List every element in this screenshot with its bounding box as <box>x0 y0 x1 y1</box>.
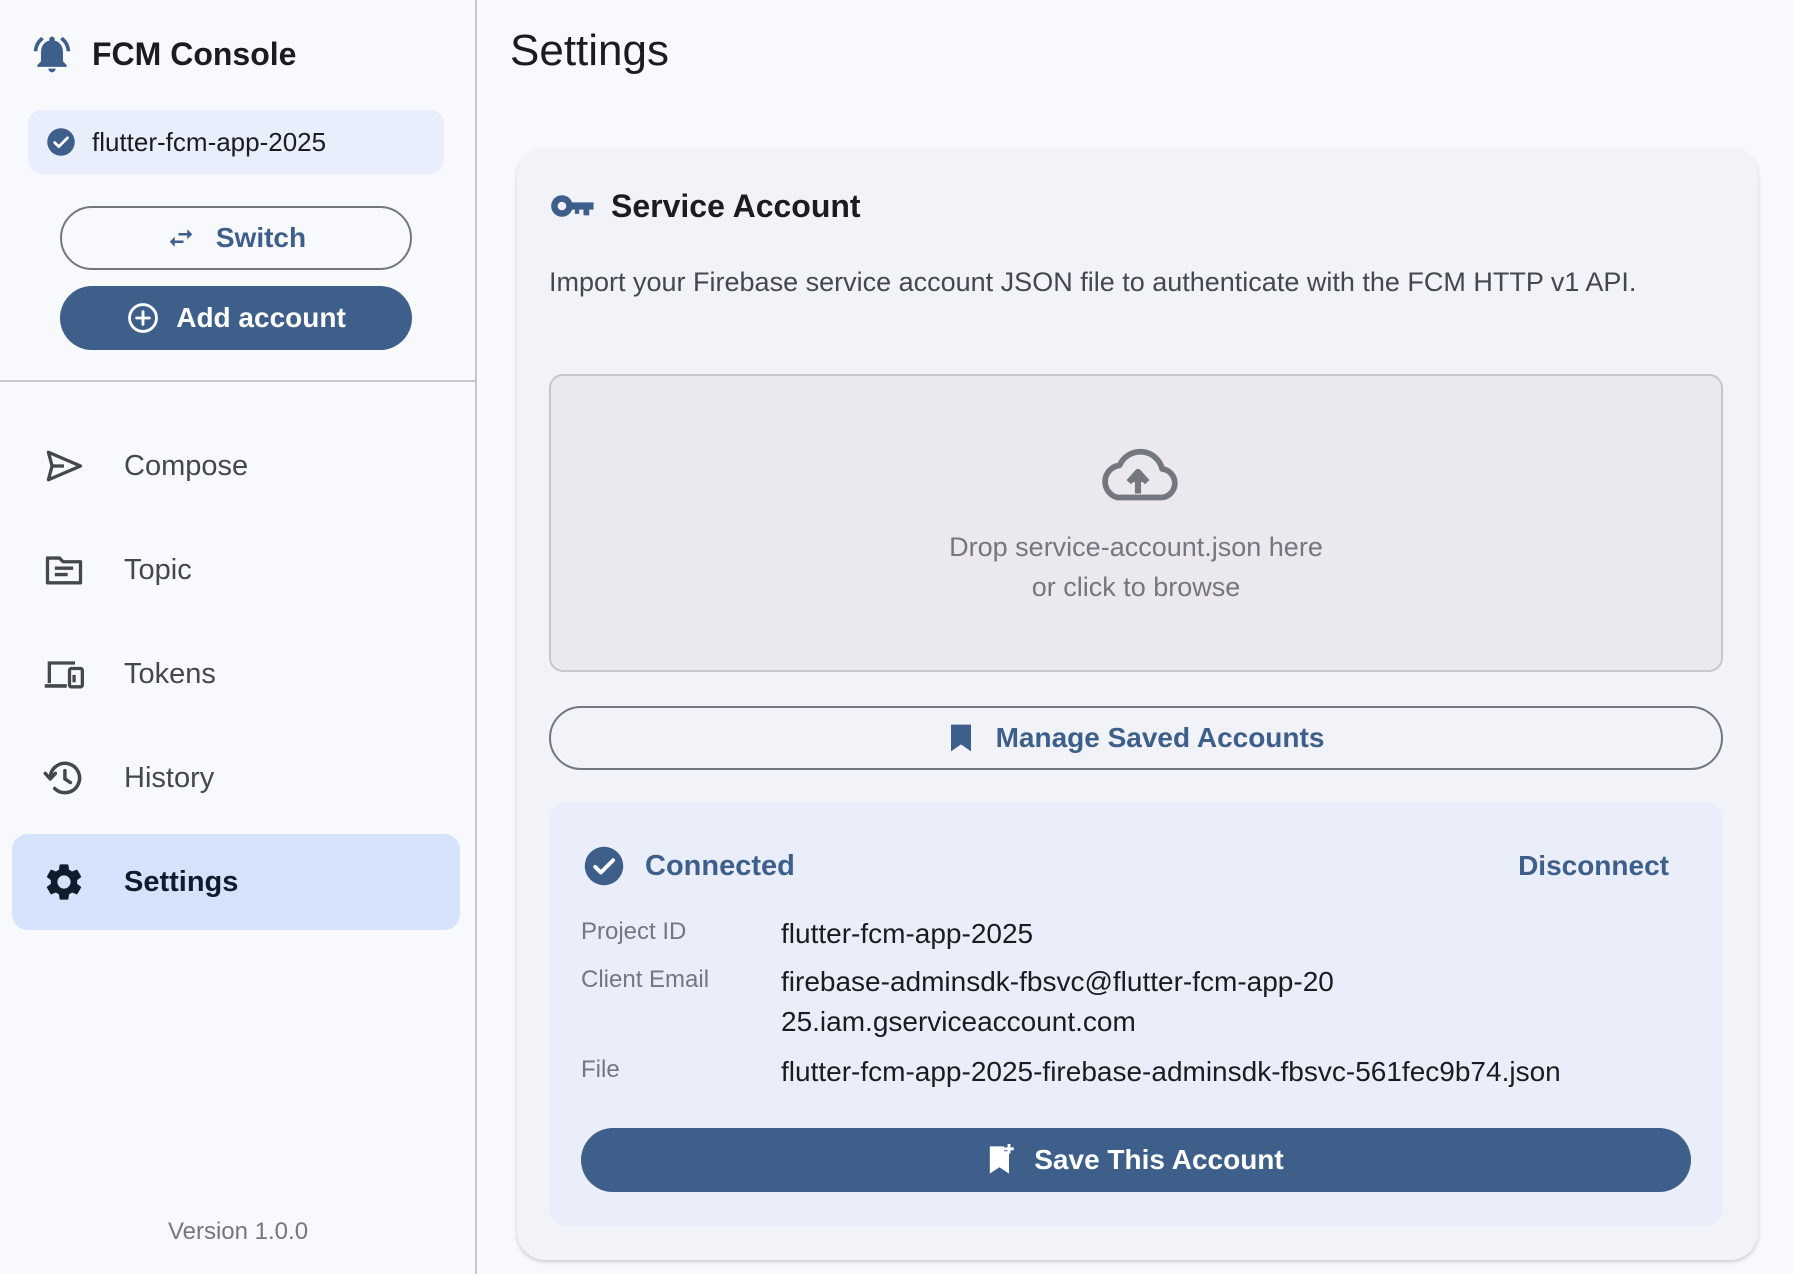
key-icon <box>551 195 594 217</box>
history-icon <box>42 756 86 800</box>
sidebar: FCM Console flutter-fcm-app-2025 Switch … <box>0 0 477 1274</box>
nav-item-topic[interactable]: Topic <box>12 522 460 618</box>
manage-saved-accounts-button[interactable]: Manage Saved Accounts <box>549 706 1723 770</box>
nav-label-compose: Compose <box>124 449 249 482</box>
file-dropzone[interactable]: Drop service-account.json here or click … <box>549 374 1723 672</box>
file-value: flutter-fcm-app-2025-firebase-adminsdk-f… <box>781 1056 1561 1087</box>
dropzone-primary-text: Drop service-account.json here <box>949 532 1323 562</box>
send-icon <box>42 444 86 488</box>
card-title: Service Account <box>611 187 861 224</box>
nav-item-tokens[interactable]: Tokens <box>12 626 460 722</box>
project-id-label: Project ID <box>581 918 687 945</box>
connection-status-text: Connected <box>645 849 795 882</box>
nav-item-history[interactable]: History <box>12 730 460 826</box>
client-email-label: Client Email <box>581 966 710 993</box>
client-email-value: firebase-adminsdk-fbsvc@flutter-fcm-app-… <box>781 966 1334 1037</box>
bell-icon <box>33 36 71 73</box>
app-version: Version 1.0.0 <box>167 1218 309 1245</box>
nav-item-compose[interactable]: Compose <box>12 418 460 514</box>
card-header: Service Account <box>549 186 861 226</box>
nav-label-tokens: Tokens <box>124 657 216 690</box>
card-description: Import your Firebase service account JSO… <box>549 267 1637 297</box>
switch-account-button[interactable]: Switch <box>60 206 412 270</box>
sidebar-divider <box>0 380 476 382</box>
bookmark-icon <box>950 724 971 752</box>
switch-label: Switch <box>215 222 307 253</box>
connection-status-panel: Connected Disconnect Project ID flutter-… <box>549 802 1723 1226</box>
service-account-card: Service Account Import your Firebase ser… <box>517 148 1758 1260</box>
nav-item-settings[interactable]: Settings <box>12 834 460 930</box>
cloud-upload-icon <box>1102 448 1178 501</box>
save-account-label: Save This Account <box>1034 1144 1284 1175</box>
project-id-value: flutter-fcm-app-2025 <box>781 918 1034 949</box>
manage-saved-accounts-label: Manage Saved Accounts <box>995 722 1325 753</box>
nav-label-topic: Topic <box>124 553 192 586</box>
add-account-button[interactable]: Add account <box>60 286 412 350</box>
main-content: Settings Service Account Import your Fir… <box>478 0 1794 1274</box>
check-circle-icon <box>47 128 75 156</box>
bookmark-add-icon <box>990 1144 1015 1174</box>
file-label: File <box>581 1056 620 1083</box>
dropzone-secondary-text: or click to browse <box>1031 572 1241 602</box>
app-title: FCM Console <box>92 35 297 72</box>
swap-icon <box>169 229 193 247</box>
current-project-chip: flutter-fcm-app-2025 <box>28 110 444 174</box>
brand: FCM Console <box>30 30 296 78</box>
nav-label-history: History <box>124 761 215 794</box>
check-circle-icon <box>584 846 624 886</box>
add-account-label: Add account <box>176 302 346 333</box>
nav-label-settings: Settings <box>124 865 239 898</box>
topic-icon <box>42 548 86 592</box>
connection-status: Connected <box>583 844 795 888</box>
current-project-name: flutter-fcm-app-2025 <box>92 126 327 157</box>
save-account-button[interactable]: Save This Account <box>581 1128 1691 1192</box>
devices-icon <box>42 652 86 696</box>
disconnect-button[interactable]: Disconnect <box>1518 850 1669 882</box>
page-title: Settings <box>510 26 669 75</box>
add-circle-icon <box>128 303 159 333</box>
gear-icon <box>42 860 86 904</box>
